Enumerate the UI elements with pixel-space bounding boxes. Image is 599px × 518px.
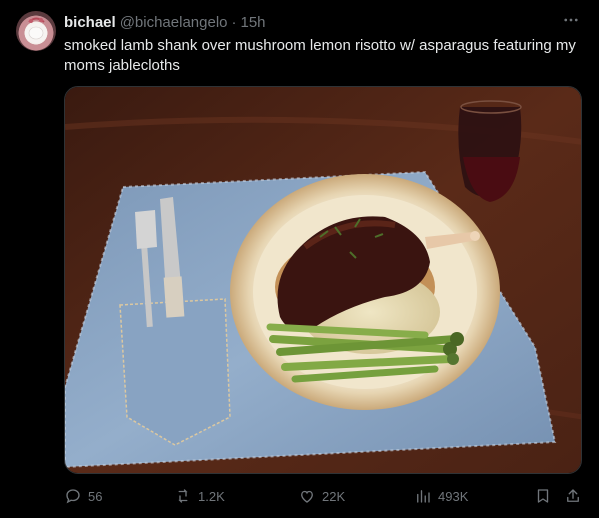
tweet[interactable]: bichael @bichaelangelo · 15h smoked lamb… xyxy=(0,0,599,518)
display-name[interactable]: bichael xyxy=(64,14,116,31)
share-button[interactable] xyxy=(564,484,582,508)
action-bar: 56 1.2K 22K 493K xyxy=(64,484,584,508)
tweet-photo[interactable] xyxy=(64,86,582,474)
more-dots-icon[interactable] xyxy=(561,10,581,30)
views-button[interactable]: 493K xyxy=(414,484,468,508)
heart-icon xyxy=(301,490,313,503)
repost-icon xyxy=(178,489,188,503)
reply-icon xyxy=(66,489,80,504)
timestamp[interactable]: 15h xyxy=(241,14,266,31)
reply-button[interactable]: 56 xyxy=(64,484,102,508)
bookmark-icon xyxy=(537,489,549,503)
views-bar-chart-icon xyxy=(417,490,430,503)
repost-button[interactable]: 1.2K xyxy=(174,484,225,508)
reply-count: 56 xyxy=(88,488,103,504)
user-handle[interactable]: @bichaelangelo xyxy=(120,14,228,31)
tweet-text: smoked lamb shank over mushroom lemon ri… xyxy=(64,37,576,74)
repost-count: 1.2K xyxy=(198,488,225,504)
tweet-header: bichael @bichaelangelo · 15h xyxy=(64,13,266,31)
like-button[interactable]: 22K xyxy=(298,484,345,508)
share-icon xyxy=(567,489,579,502)
avatar[interactable] xyxy=(16,11,56,51)
views-count: 493K xyxy=(438,488,469,504)
separator-dot: · xyxy=(231,13,237,31)
bookmark-button[interactable] xyxy=(534,484,552,508)
like-count: 22K xyxy=(322,488,346,504)
